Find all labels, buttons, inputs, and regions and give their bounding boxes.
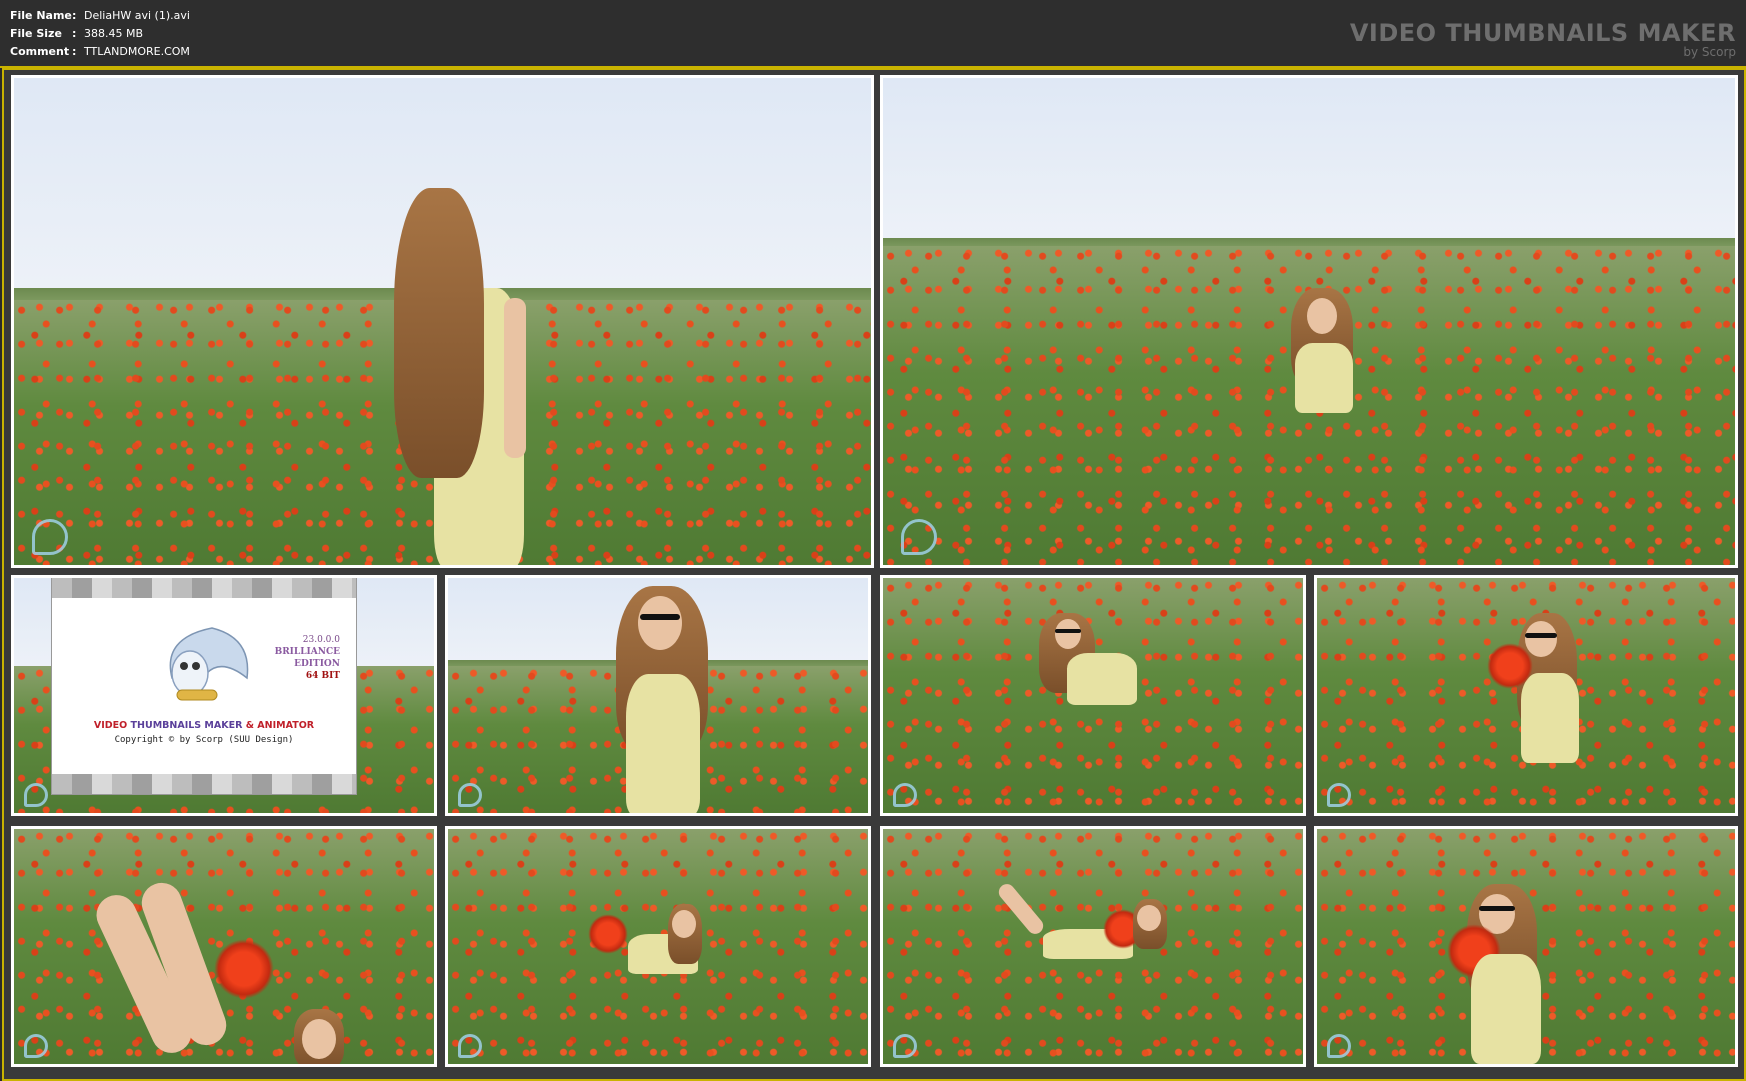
snake-logo-icon [901, 519, 937, 555]
owl-logo-icon [169, 627, 249, 701]
woman-figure [1273, 288, 1373, 448]
frame-image [14, 78, 871, 565]
video-thumbnail[interactable] [445, 575, 871, 816]
snake-logo-icon [458, 783, 482, 807]
woman-figure [983, 879, 1183, 979]
video-thumbnail[interactable] [1314, 575, 1738, 816]
brand-title: VIDEO THUMBNAILS MAKER [1349, 19, 1736, 47]
video-thumbnail[interactable] [11, 75, 874, 568]
video-thumbnail[interactable] [880, 826, 1306, 1067]
file-name-value: DeliaHW avi (1).avi [84, 9, 190, 22]
separator: : [72, 45, 77, 58]
snake-logo-icon [32, 519, 68, 555]
file-name-row: File Name : DeliaHW avi (1).avi [10, 7, 190, 25]
file-name-label: File Name [10, 9, 72, 22]
woman-figure [608, 586, 718, 813]
video-thumbnail[interactable] [1314, 826, 1738, 1067]
file-size-label: File Size [10, 27, 62, 40]
woman-figure [1033, 613, 1143, 723]
frame-image [1317, 578, 1735, 813]
splash-title-part3: & ANIMATOR [245, 720, 315, 731]
video-thumbnail[interactable] [11, 826, 437, 1067]
thumbnail-sheet: 23.0.0.0 BRILLIANCE EDITION 64 BIT VIDEO… [2, 68, 1746, 1081]
snake-logo-icon [893, 1034, 917, 1058]
woman-legs [89, 877, 344, 1064]
splash-stripes-top [52, 578, 356, 598]
video-thumbnail[interactable] [445, 826, 871, 1067]
snake-logo-icon [24, 1034, 48, 1058]
video-thumbnail[interactable]: 23.0.0.0 BRILLIANCE EDITION 64 BIT VIDEO… [11, 575, 437, 816]
file-size-value: 388.45 MB [84, 27, 144, 40]
edition-line-1: BRILLIANCE [274, 647, 340, 657]
comment-row: Comment : TTLANDMORE.COM [10, 43, 190, 61]
frame-image [883, 578, 1303, 813]
frame-image [883, 78, 1735, 565]
frame-image [1317, 829, 1735, 1064]
snake-logo-icon [893, 783, 917, 807]
frame-image: 23.0.0.0 BRILLIANCE EDITION 64 BIT VIDEO… [14, 578, 434, 813]
video-thumbnail[interactable] [880, 575, 1306, 816]
woman-figure [1487, 613, 1607, 773]
snake-logo-icon [24, 783, 48, 807]
splash-copyright: Copyright © by Scorp (SUU Design) [114, 735, 294, 745]
version-number: 23.0.0.0 [302, 635, 340, 645]
version-info: 23.0.0.0 BRILLIANCE EDITION 64 BIT [275, 634, 340, 682]
splash-title-part1: VIDEO [93, 720, 128, 731]
frame-image [14, 829, 434, 1064]
brand-watermark: VIDEO THUMBNAILS MAKER by Scorp [1350, 20, 1736, 58]
header-bar: File Name : DeliaHW avi (1).avi File Siz… [0, 0, 1746, 68]
snake-logo-icon [458, 1034, 482, 1058]
comment-label: Comment [10, 45, 70, 58]
snake-logo-icon [1327, 783, 1351, 807]
video-thumbnail[interactable] [880, 75, 1738, 568]
splash-stripes-bottom [52, 774, 356, 794]
edition-line-2: EDITION [294, 659, 340, 669]
splash-screen: 23.0.0.0 BRILLIANCE EDITION 64 BIT VIDEO… [52, 578, 356, 794]
frame-image [883, 829, 1303, 1064]
brand-byline: by Scorp [1683, 45, 1736, 59]
bits-label: 64 BIT [305, 671, 340, 681]
woman-figure [394, 188, 534, 565]
splash-title-part2: THUMBNAILS MAKER [130, 720, 243, 731]
separator: : [72, 27, 77, 40]
snake-logo-icon [1327, 1034, 1351, 1058]
woman-figure [1447, 884, 1567, 1064]
comment-value: TTLANDMORE.COM [84, 45, 190, 58]
file-size-row: File Size : 388.45 MB [10, 25, 190, 43]
frame-image [448, 578, 868, 813]
file-info: File Name : DeliaHW avi (1).avi File Siz… [10, 7, 190, 61]
separator: : [72, 9, 77, 22]
splash-title: VIDEO THUMBNAILS MAKER & ANIMATOR [52, 720, 356, 731]
frame-image [448, 829, 868, 1064]
woman-figure [588, 904, 708, 984]
